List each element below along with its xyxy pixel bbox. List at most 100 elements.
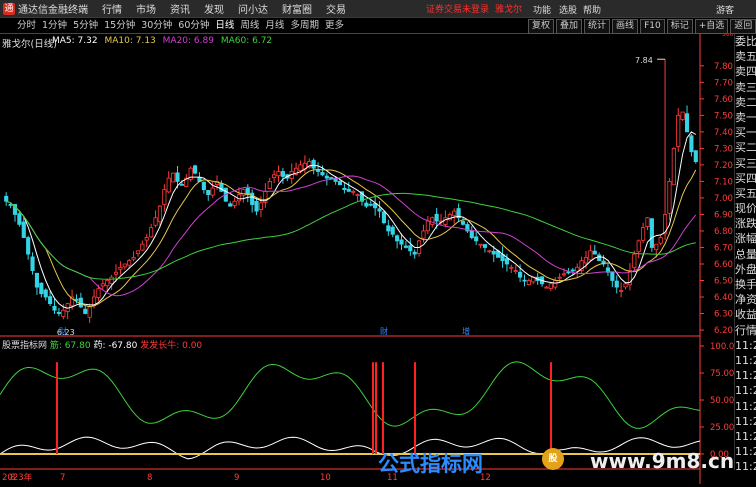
- guest-user[interactable]: 游客: [716, 3, 734, 16]
- indicator-name[interactable]: 股票指标网: [2, 341, 47, 351]
- back-button[interactable]: 返回: [730, 19, 756, 34]
- candle-up: [619, 290, 624, 292]
- indicator-tick-label: 50.00: [710, 396, 734, 406]
- candle-down: [324, 175, 329, 179]
- watermark-text: 公式指标网: [378, 452, 483, 476]
- candle-down: [408, 245, 413, 252]
- ma-legend: MA5: 7.32 MA10: 7.13 MA20: 6.89 MA60: 6.…: [52, 36, 276, 46]
- sidebar-label: 卖二: [735, 95, 756, 109]
- tab-weekly[interactable]: 周线: [237, 19, 262, 33]
- app-logo-icon: 通: [3, 2, 15, 15]
- watermark-url: www.9m8.cn: [590, 449, 735, 473]
- quote-sidebar: 委比 卖五 卖四 卖三 卖二 卖一 买一 买二 买三 买四 买五 现价 涨跌 涨幅 总量 外盘 换手 净资 收益 行情…: [734, 34, 756, 470]
- sidebar-label: 涨幅: [735, 232, 756, 246]
- sidebar-label: 买五: [735, 186, 756, 200]
- candle-down: [320, 171, 325, 176]
- sidebar-label: 买二: [735, 141, 756, 155]
- candle-up: [509, 266, 514, 269]
- menu-wenxiaoda[interactable]: 问小达: [238, 1, 268, 16]
- menu-zixun[interactable]: 资讯: [170, 1, 190, 16]
- ma60-value: MA60: 6.72: [220, 36, 273, 46]
- candle-up: [122, 263, 127, 268]
- sidebar-label: 11:29: [735, 429, 756, 443]
- price-tick-label: 7.40: [714, 128, 733, 138]
- candle-up: [272, 174, 277, 178]
- trade-login-alert[interactable]: 证券交易未登录: [426, 2, 489, 15]
- tab-multi-period[interactable]: 多周期: [287, 19, 322, 33]
- tab-60min[interactable]: 60分钟: [175, 19, 212, 33]
- sidebar-label: 11:29: [735, 460, 756, 470]
- tab-more[interactable]: 更多: [322, 19, 347, 33]
- tab-fenshi[interactable]: 分时: [14, 19, 39, 33]
- tab-1min[interactable]: 1分钟: [39, 19, 70, 33]
- candle-up: [153, 217, 158, 226]
- menu-faxian[interactable]: 发现: [204, 1, 224, 16]
- candle-up: [105, 280, 110, 287]
- price-tick-label: 7.60: [714, 95, 733, 105]
- draw-line-button[interactable]: 画线: [612, 19, 639, 34]
- candle-up: [671, 147, 676, 186]
- f10-button[interactable]: F10: [640, 19, 665, 34]
- candle-up: [166, 177, 171, 193]
- candle-down: [504, 258, 509, 265]
- sidebar-label: 11:29: [735, 353, 756, 367]
- tab-15min[interactable]: 15分钟: [101, 19, 138, 33]
- candle-down: [386, 225, 391, 232]
- candle-down: [649, 218, 654, 248]
- sidebar-label: 外盘: [735, 262, 756, 276]
- menu-xuangu[interactable]: 选股: [559, 3, 577, 16]
- candle-up: [667, 181, 672, 214]
- indicator-green-line: [0, 361, 701, 429]
- stats-button[interactable]: 统计: [584, 19, 611, 34]
- ma5-value: MA5: 7.32: [52, 36, 98, 46]
- indicator-tick-label: 25.00: [710, 423, 734, 433]
- candle-up: [548, 283, 553, 289]
- sidebar-label: 行情: [735, 323, 756, 337]
- candle-up: [258, 202, 264, 210]
- ma10-value: MA10: 7.13: [104, 36, 156, 46]
- price-tick-label: 6.70: [714, 243, 733, 253]
- tab-monthly[interactable]: 月线: [262, 19, 287, 33]
- event-marker: 增: [462, 326, 470, 336]
- add-watchlist-button[interactable]: +自选: [694, 19, 729, 34]
- candle-up: [575, 266, 580, 272]
- tab-daily[interactable]: 日线: [212, 19, 237, 33]
- sidebar-label: 买四: [735, 171, 756, 185]
- candle-up: [113, 271, 119, 275]
- price-tick-label: 7.70: [714, 78, 733, 88]
- candle-up: [157, 205, 162, 223]
- price-axis: 7.80 7.70 7.60 7.50 7.40 7.30 7.20 7.10 7.00 6.90…: [700, 34, 734, 336]
- menu-shichang[interactable]: 市场: [136, 1, 156, 16]
- price-tick-label: 7.30: [714, 144, 733, 154]
- kline-chart[interactable]: 7.80 7.70 7.60 7.50 7.40 7.30 7.20 7.10 7.00 6.90…: [0, 34, 734, 487]
- fuquan-button[interactable]: 复权: [528, 19, 555, 34]
- menu-caifuquan[interactable]: 财富圈: [282, 1, 312, 16]
- tab-5min[interactable]: 5分钟: [70, 19, 101, 33]
- candle-up: [430, 217, 435, 225]
- menu-gongneng[interactable]: 功能: [533, 3, 551, 16]
- candle-down: [74, 298, 79, 301]
- event-marker: 财: [59, 326, 67, 336]
- candle-down: [689, 135, 694, 153]
- candle-up: [355, 194, 360, 197]
- price-tick-label: 7.80: [714, 62, 733, 72]
- indicator-v3: 发发长牛: 0.00: [140, 341, 203, 351]
- menu-hangqing[interactable]: 行情: [102, 1, 122, 16]
- candle-up: [645, 217, 650, 227]
- chart-grid: [0, 34, 701, 484]
- candle-down: [368, 203, 373, 206]
- menu-jiaoyi[interactable]: 交易: [326, 1, 346, 16]
- overlay-button[interactable]: 叠加: [556, 19, 583, 34]
- mark-button[interactable]: 标记: [666, 19, 693, 34]
- candle-down: [83, 308, 88, 314]
- price-tick-label: 7.00: [714, 194, 733, 204]
- candle-up: [632, 253, 637, 268]
- menu-bangzhu[interactable]: 帮助: [583, 3, 601, 16]
- candle-down: [26, 237, 31, 255]
- period-tabs: 分时 1分钟 5分钟 15分钟 30分钟 60分钟 日线 周线 月线 多周期 更…: [14, 19, 347, 33]
- candle-down: [570, 269, 575, 272]
- candle-down: [228, 203, 233, 207]
- price-tick-label: 7.20: [714, 161, 733, 171]
- tab-30min[interactable]: 30分钟: [138, 19, 175, 33]
- candle-down: [34, 272, 40, 288]
